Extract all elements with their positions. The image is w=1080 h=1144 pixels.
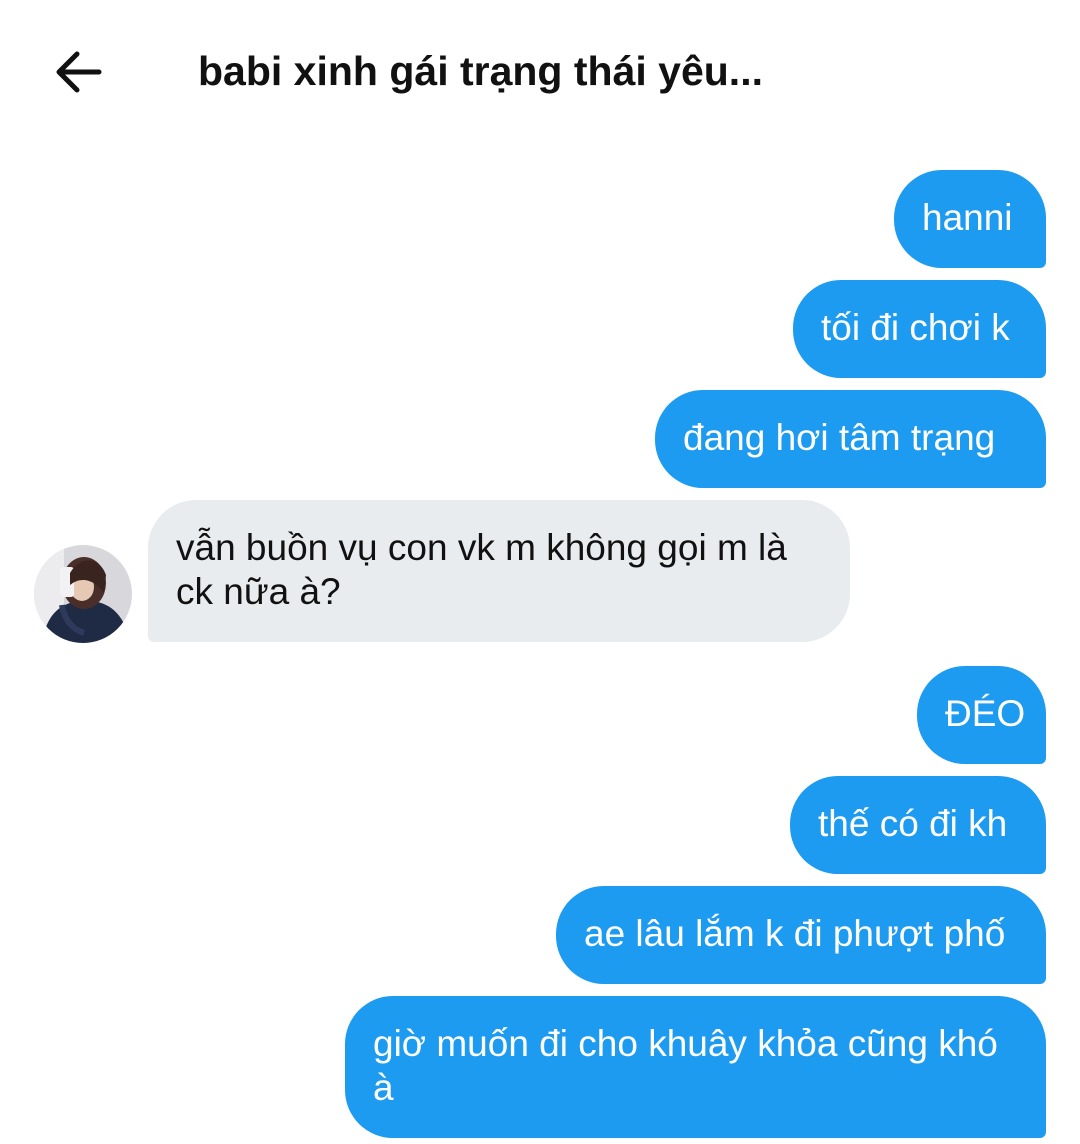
message-bubble-received[interactable]: vẫn buồn vụ con vk m không gọi m là ck n… <box>148 500 850 642</box>
message-text: hanni <box>922 197 1013 238</box>
message-bubble-sent[interactable]: tối đi chơi k <box>793 280 1046 378</box>
message-text: thế có đi kh <box>818 803 1008 844</box>
message-bubble-sent[interactable]: đang hơi tâm trạng <box>655 390 1046 488</box>
message-bubble-sent[interactable]: ae lâu lắm k đi phượt phố <box>556 886 1046 984</box>
message-text: giờ muốn đi cho khuây khỏa cũng khó <box>373 1023 998 1064</box>
message-bubble-sent[interactable]: giờ muốn đi cho khuây khỏa cũng khó à <box>345 996 1046 1138</box>
message-text: à <box>373 1067 394 1108</box>
message-bubble-sent[interactable]: thế có đi kh <box>790 776 1046 874</box>
message-text: tối đi chơi k <box>821 307 1010 348</box>
message-text: ae lâu lắm k đi phượt phố <box>584 913 1006 954</box>
contact-avatar[interactable] <box>34 545 132 643</box>
arrow-left-icon <box>56 51 102 93</box>
message-bubble-sent[interactable]: ĐÉO <box>917 666 1046 764</box>
back-button[interactable] <box>48 44 108 100</box>
message-text: đang hơi tâm trạng <box>683 417 996 458</box>
message-text: ck nữa à? <box>176 571 341 612</box>
message-text: ĐÉO <box>945 693 1026 734</box>
message-bubble-sent[interactable]: hanni <box>894 170 1046 268</box>
avatar-image <box>34 545 132 643</box>
message-text: vẫn buồn vụ con vk m không gọi m là <box>176 527 787 568</box>
chat-header: babi xinh gái trạng thái yêu... <box>0 0 1080 140</box>
conversation-title[interactable]: babi xinh gái trạng thái yêu... <box>198 48 763 95</box>
